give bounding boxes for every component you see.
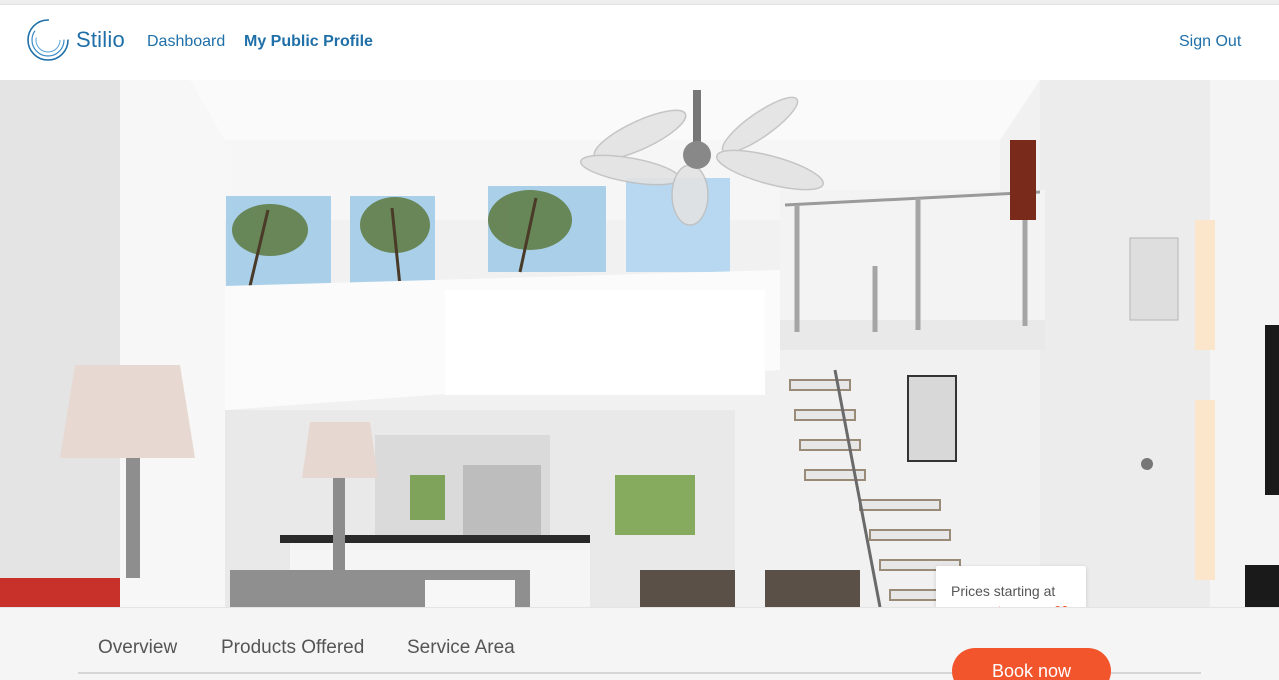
profile-tabs: Overview Products Offered Service Area B… [0, 607, 1279, 680]
logo-text: Stilio [76, 27, 125, 52]
nav-dashboard-link[interactable]: Dashboard [147, 33, 225, 51]
interior-photo-icon [0, 80, 1279, 607]
hero-banner: Prices starting at $ 17 00 [0, 80, 1279, 607]
sign-out-link[interactable]: Sign Out [1179, 33, 1241, 51]
tab-overview[interactable]: Overview [98, 637, 177, 659]
price-card: Prices starting at $ 17 00 [936, 566, 1086, 607]
nav-public-profile-link[interactable]: My Public Profile [244, 33, 373, 51]
tab-products-offered[interactable]: Products Offered [221, 637, 364, 659]
site-header: Stilio Dashboard My Public Profile Sign … [0, 5, 1279, 80]
tab-service-area[interactable]: Service Area [407, 637, 515, 659]
book-now-button[interactable]: Book now [952, 648, 1111, 680]
price-amount: 17 [1006, 599, 1054, 608]
price-label: Prices starting at [951, 583, 1056, 599]
logo[interactable]: Stilio [26, 17, 125, 63]
stilio-logo-icon [27, 19, 69, 61]
